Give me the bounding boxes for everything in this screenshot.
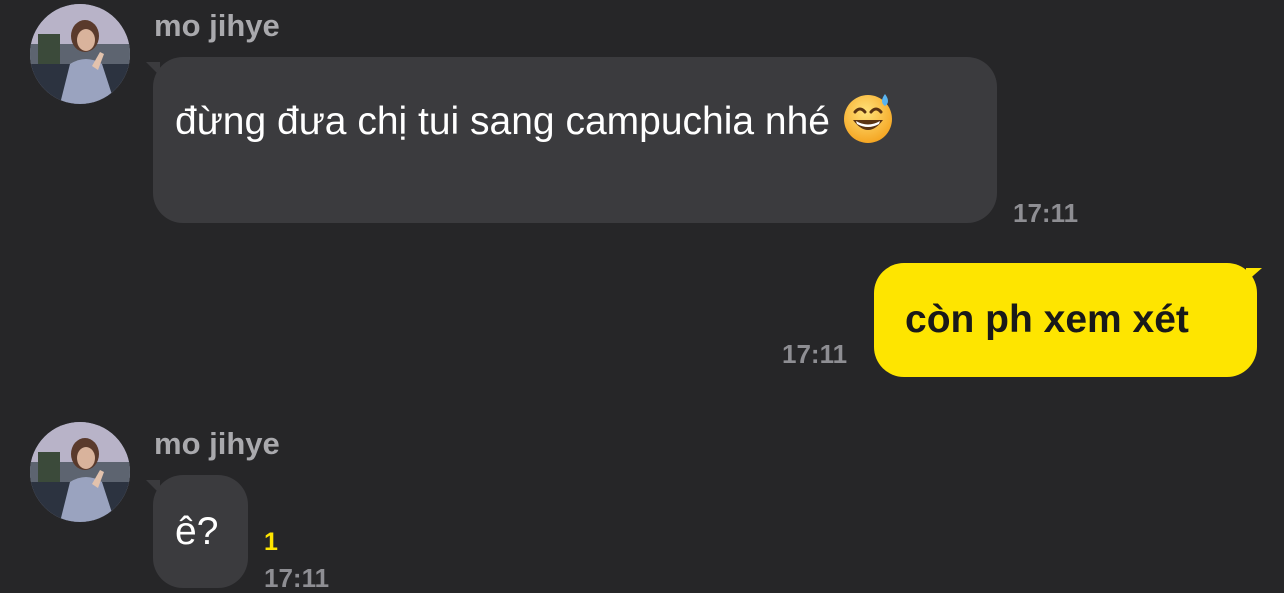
grinning-face-with-sweat-emoji-icon: [841, 90, 895, 157]
message-bubble[interactable]: đừng đưa chị tui sang campuchia nhé: [153, 57, 997, 223]
sender-avatar[interactable]: [30, 4, 130, 104]
message-text: ê?: [175, 510, 219, 553]
message-bubble[interactable]: còn ph xem xét: [874, 263, 1257, 377]
message-time: 17:11: [1013, 198, 1079, 228]
sender-avatar[interactable]: [30, 422, 130, 522]
message-time: 17:11: [782, 339, 848, 369]
sender-name: mo jihye: [154, 426, 280, 461]
bubble-tail: [1246, 268, 1262, 282]
message-text: đừng đưa chị tui sang campuchia nhé: [175, 99, 830, 143]
unread-count: 1: [264, 528, 278, 556]
message-bubble[interactable]: ê?: [153, 475, 248, 588]
message-text: còn ph xem xét: [905, 298, 1189, 341]
message-time: 17:11: [264, 563, 330, 593]
sender-name: mo jihye: [154, 8, 280, 43]
